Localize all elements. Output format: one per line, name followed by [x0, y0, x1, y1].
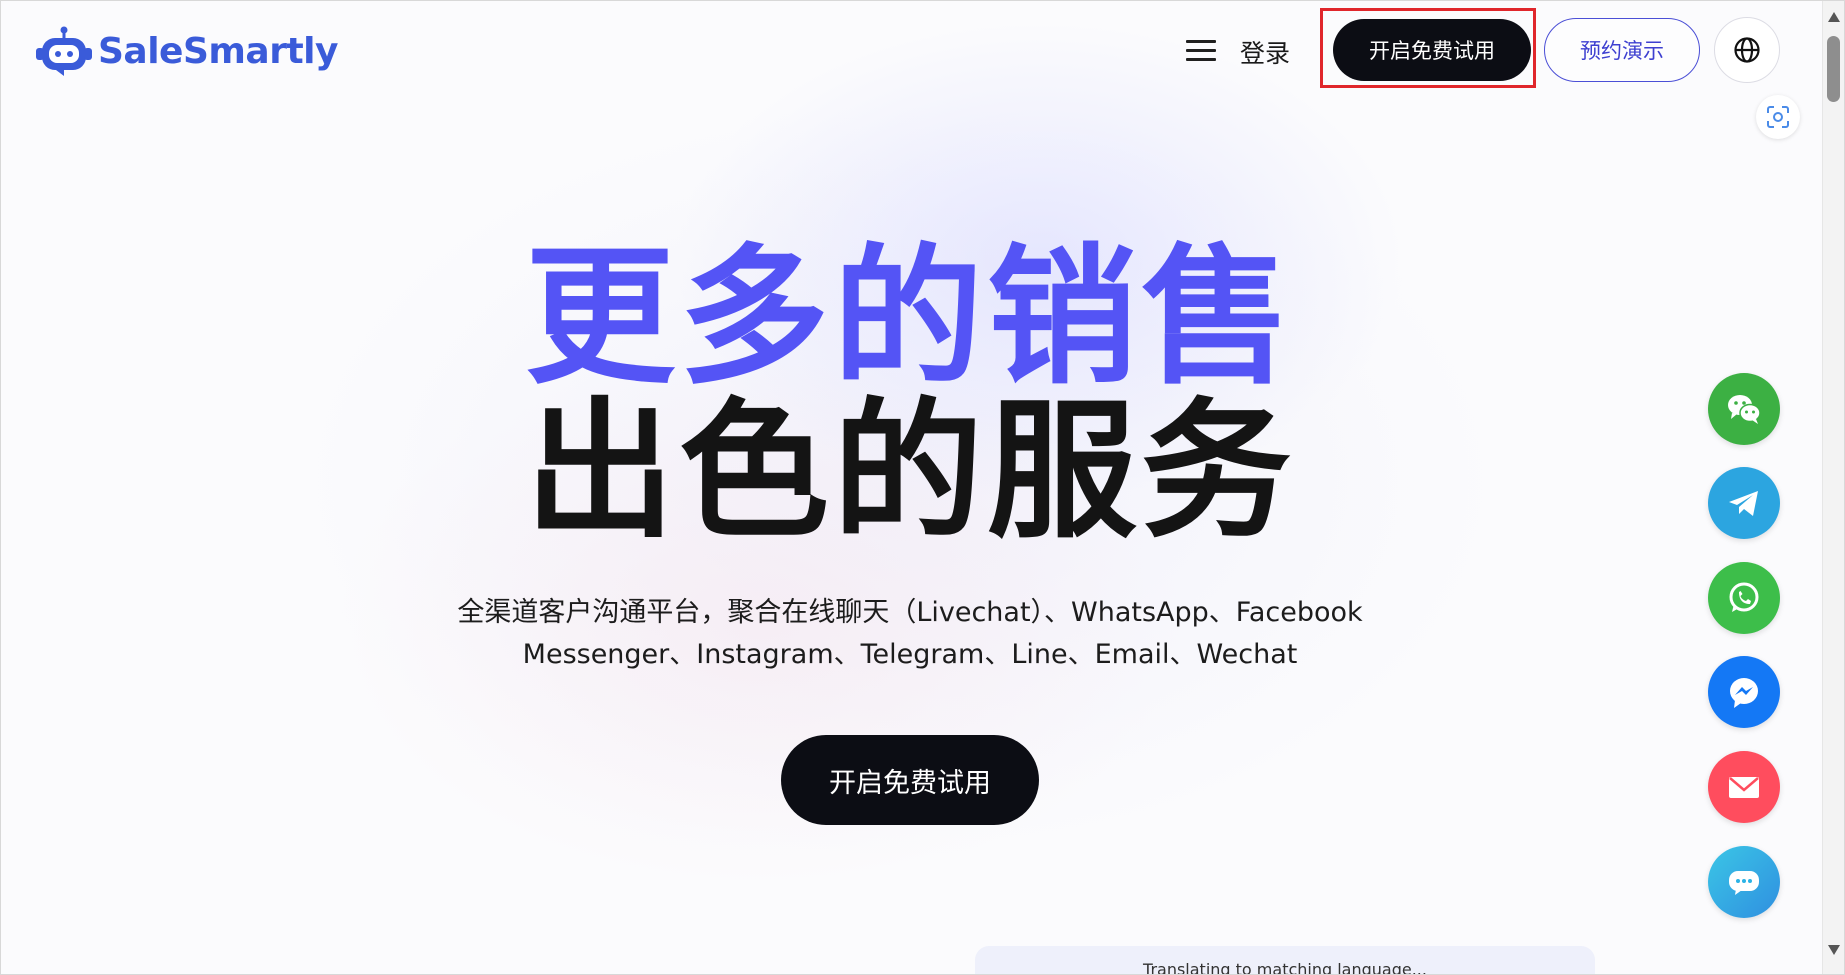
- email-icon: [1729, 777, 1759, 798]
- telegram-icon: [1729, 491, 1758, 516]
- translating-status-bar: Translating to matching language...: [975, 946, 1595, 975]
- scroll-down-arrow-icon[interactable]: [1828, 945, 1840, 955]
- chat-button[interactable]: [1708, 846, 1780, 918]
- chat-icon: [1729, 871, 1759, 895]
- language-button[interactable]: [1714, 17, 1780, 83]
- hero-headline-line2: 出色的服务: [524, 385, 1295, 559]
- login-link[interactable]: 登录: [1240, 34, 1290, 70]
- screen-capture-button[interactable]: [1756, 95, 1800, 139]
- logo[interactable]: SaleSmartly: [36, 26, 338, 76]
- hero-free-trial-button[interactable]: 开启免费试用: [781, 735, 1039, 825]
- globe-icon: [1734, 37, 1760, 63]
- hero-subtitle-line2: Messenger、Instagram、Telegram、Line、Email、…: [522, 639, 1298, 670]
- whatsapp-icon: [1729, 582, 1759, 612]
- translating-status-text: Translating to matching language...: [1143, 960, 1427, 975]
- logo-text: SaleSmartly: [98, 30, 338, 72]
- messenger-icon: [1730, 678, 1758, 708]
- telegram-button[interactable]: [1708, 467, 1780, 539]
- hero-subtitle-line1: 全渠道客户沟通平台，聚合在线聊天（Livechat）、WhatsApp、Face…: [457, 597, 1363, 628]
- scrollbar-thumb[interactable]: [1827, 36, 1840, 102]
- whatsapp-button[interactable]: [1708, 562, 1780, 634]
- hero-headline-line1: 更多的销售: [524, 231, 1295, 405]
- messenger-button[interactable]: [1708, 656, 1780, 728]
- book-demo-button[interactable]: 预约演示: [1544, 18, 1700, 82]
- vertical-scrollbar[interactable]: [1822, 0, 1845, 975]
- hamburger-menu-icon[interactable]: [1186, 40, 1216, 64]
- page: SaleSmartly 登录 开启免费试用 预约演示 更多的销售 出色的服务 全…: [0, 0, 1845, 975]
- focus-capture-icon: [1767, 106, 1789, 128]
- robot-logo-icon: [36, 26, 92, 76]
- wechat-icon: [1728, 395, 1761, 424]
- start-free-trial-button[interactable]: 开启免费试用: [1333, 19, 1531, 81]
- wechat-button[interactable]: [1708, 373, 1780, 445]
- scroll-up-arrow-icon[interactable]: [1828, 12, 1840, 22]
- email-button[interactable]: [1708, 751, 1780, 823]
